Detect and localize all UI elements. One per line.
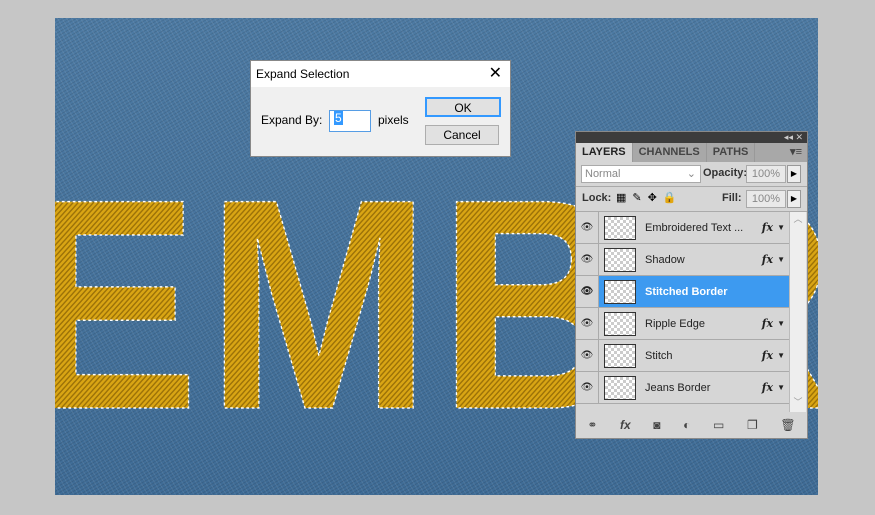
new-group-icon[interactable]: ▭ xyxy=(713,418,724,432)
expand-selection-dialog: Expand Selection ✕ Expand By: 5 pixels OK… xyxy=(250,60,511,157)
layer-thumbnail xyxy=(604,247,636,272)
unit-label: pixels xyxy=(378,113,409,127)
expand-by-label: Expand By: xyxy=(261,113,323,127)
expand-effects-icon[interactable]: ▼ xyxy=(777,255,785,264)
layer-thumbnail xyxy=(604,343,636,368)
new-layer-icon[interactable]: ❐ xyxy=(747,418,758,432)
link-layers-icon[interactable]: ⚭ xyxy=(587,418,597,432)
panel-menu-icon[interactable]: ▾≡ xyxy=(755,143,807,162)
lock-label: Lock: xyxy=(582,192,612,204)
dialog-title: Expand Selection xyxy=(256,67,350,81)
panel-footer: ⚭ fx ◙ ◐ ▭ ❐ 🗑 xyxy=(576,414,807,436)
close-icon[interactable]: ✕ xyxy=(489,61,502,87)
fx-icon: fx xyxy=(761,221,774,234)
layer-name: Ripple Edge xyxy=(645,317,705,330)
fx-icon: fx xyxy=(761,253,774,266)
layers-list: 👁 Embroidered Text ... fx ▼ 👁 Shadow fx ▼ 👁 Sti… xyxy=(576,212,789,412)
layer-thumbnail xyxy=(604,311,636,336)
panel-collapse-close-icon[interactable]: ◂◂ ✕ xyxy=(576,132,807,143)
layer-thumbnail xyxy=(604,215,636,240)
expand-effects-icon[interactable]: ▼ xyxy=(777,383,785,392)
opacity-label: Opacity: xyxy=(703,167,748,179)
layers-panel: ◂◂ ✕ LAYERS CHANNELS PATHS ▾≡ Normal ⌄ Op… xyxy=(575,131,808,439)
adjustment-layer-icon[interactable]: ◐ xyxy=(683,418,690,432)
layer-name: Embroidered Text ... xyxy=(645,221,744,234)
layer-name: Shadow xyxy=(645,253,685,266)
tab-channels[interactable]: CHANNELS xyxy=(633,143,707,162)
opacity-input[interactable]: 100% xyxy=(746,165,786,183)
layer-shadow[interactable]: 👁 Shadow fx ▼ xyxy=(576,244,789,276)
opacity-arrow-button[interactable]: ▶ xyxy=(787,165,801,183)
layer-stitched-border[interactable]: 👁 Stitched Border xyxy=(576,276,789,308)
eye-icon[interactable]: 👁 xyxy=(576,244,599,275)
add-style-icon[interactable]: fx xyxy=(620,418,631,432)
expand-by-input[interactable]: 5 xyxy=(329,110,371,132)
layer-thumbnail xyxy=(604,375,636,400)
fx-icon: fx xyxy=(761,381,774,394)
eye-icon[interactable]: 👁 xyxy=(576,212,599,243)
expand-value: 5 xyxy=(334,111,343,125)
fill-label: Fill: xyxy=(722,192,742,204)
expand-effects-icon[interactable]: ▼ xyxy=(777,319,785,328)
layer-thumbnail xyxy=(604,279,636,304)
delete-layer-icon[interactable]: 🗑 xyxy=(780,418,795,432)
fx-icon: fx xyxy=(761,317,774,330)
fx-icon: fx xyxy=(761,349,774,362)
fill-arrow-button[interactable]: ▶ xyxy=(787,190,801,208)
layer-jeans-border[interactable]: 👁 Jeans Border fx ▼ xyxy=(576,372,789,404)
lock-icons[interactable]: ▦✎✥🔒 xyxy=(616,191,683,204)
ok-button[interactable]: OK xyxy=(425,97,501,117)
blend-mode-value: Normal xyxy=(585,168,621,180)
cancel-button[interactable]: Cancel xyxy=(425,125,499,145)
eye-icon[interactable]: 👁 xyxy=(576,276,599,307)
tab-layers[interactable]: LAYERS xyxy=(576,143,633,162)
expand-effects-icon[interactable]: ▼ xyxy=(777,223,785,232)
blend-mode-select[interactable]: Normal ⌄ xyxy=(581,165,701,183)
layer-name: Stitch xyxy=(645,349,673,362)
eye-icon[interactable]: 👁 xyxy=(576,372,599,403)
layer-name: Jeans Border xyxy=(645,381,711,394)
layer-ripple-edge[interactable]: 👁 Ripple Edge fx ▼ xyxy=(576,308,789,340)
tab-paths[interactable]: PATHS xyxy=(707,143,756,162)
fill-input[interactable]: 100% xyxy=(746,190,786,208)
layer-embroidered-text[interactable]: 👁 Embroidered Text ... fx ▼ xyxy=(576,212,789,244)
layers-scrollbar[interactable]: ︿ ﹀ xyxy=(789,212,806,412)
eye-icon[interactable]: 👁 xyxy=(576,308,599,339)
layer-name: Stitched Border xyxy=(645,285,728,298)
eye-icon[interactable]: 👁 xyxy=(576,340,599,371)
layer-stitch[interactable]: 👁 Stitch fx ▼ xyxy=(576,340,789,372)
add-mask-icon[interactable]: ◙ xyxy=(653,418,660,432)
expand-effects-icon[interactable]: ▼ xyxy=(777,351,785,360)
